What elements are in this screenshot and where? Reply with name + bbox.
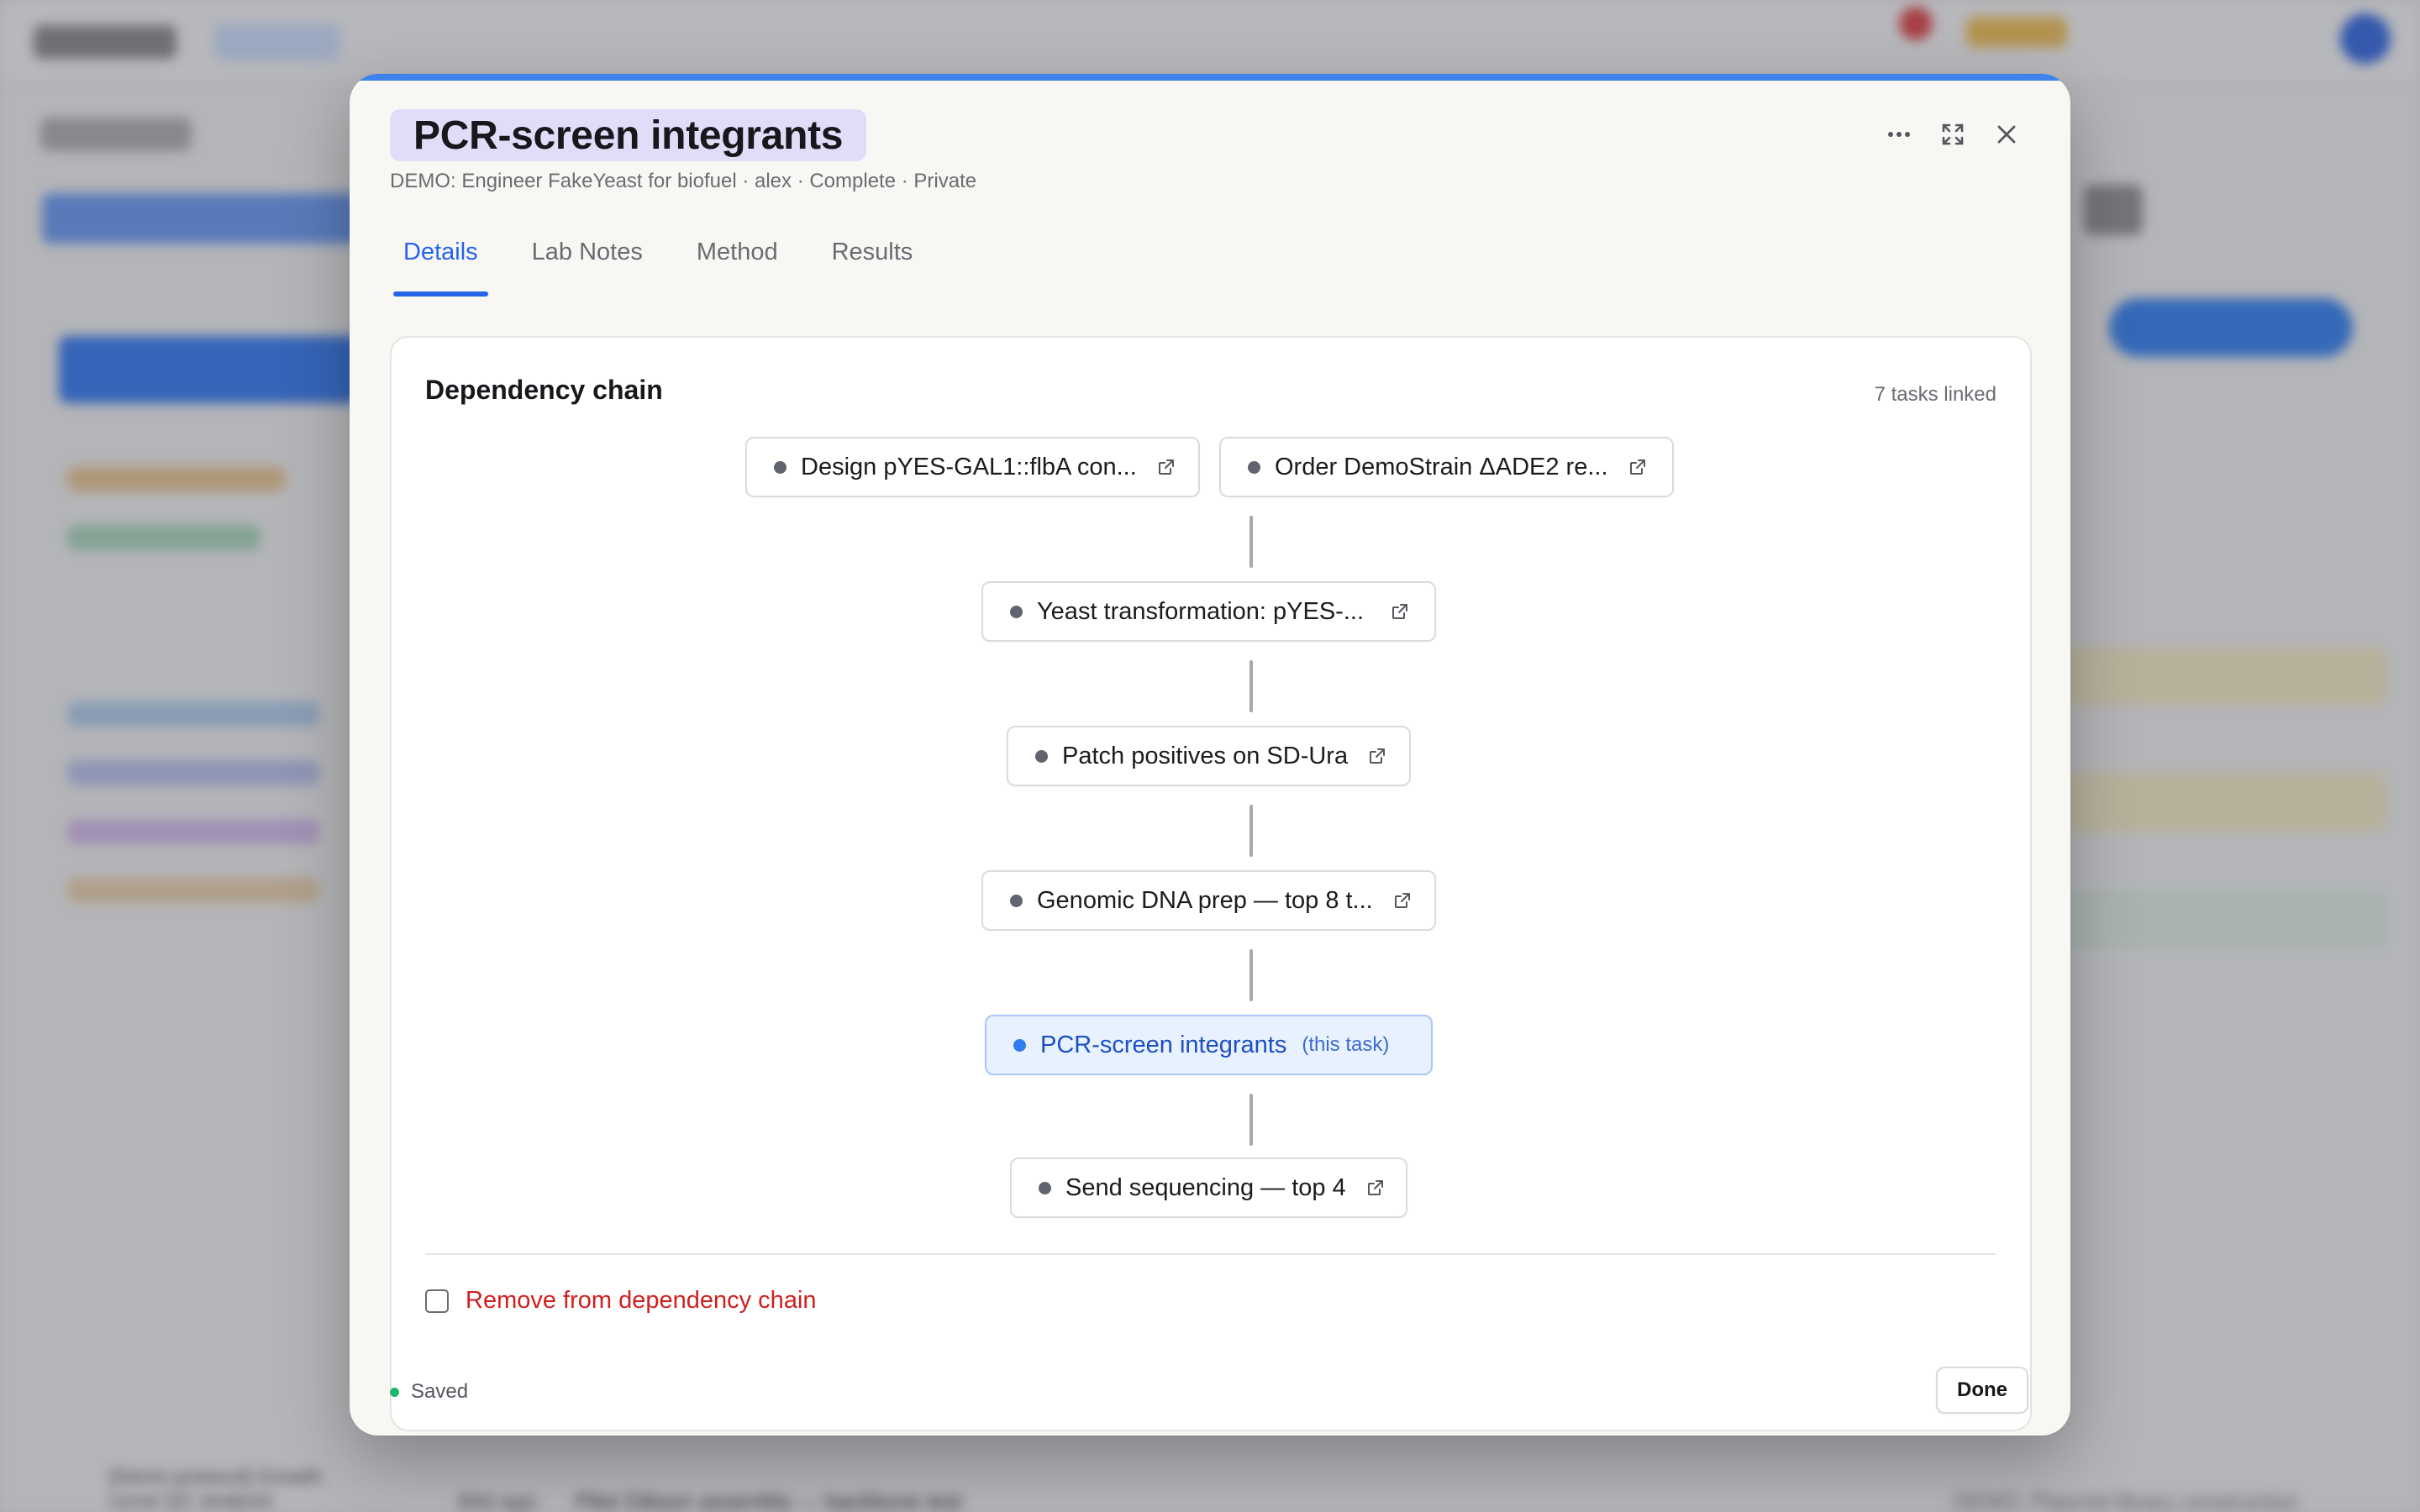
dependency-card: Dependency chain 7 tasks linked Design p… [390, 336, 2032, 1431]
remove-checkbox[interactable] [425, 1289, 449, 1313]
task-title[interactable]: PCR-screen integrants [413, 113, 843, 159]
saved-status-dot [390, 1387, 399, 1397]
remove-label[interactable]: Remove from dependency chain [466, 1287, 817, 1315]
status-dot [774, 460, 786, 474]
chain-connector [1249, 660, 1253, 712]
dependency-node[interactable]: Patch positives on SD-Ura [1007, 726, 1411, 786]
status-dot [1010, 605, 1023, 618]
header-actions [1886, 121, 2020, 148]
node-label: Design pYES-GAL1::flbA con... [801, 453, 1137, 480]
status-dot [1013, 1038, 1026, 1052]
dependency-node[interactable]: Design pYES-GAL1::flbA con... [745, 437, 1200, 497]
dependency-node-current[interactable]: PCR-screen integrants (this task) [985, 1015, 1433, 1075]
chain-connector [1249, 516, 1253, 568]
card-divider [425, 1253, 1996, 1255]
task-title-pill[interactable]: PCR-screen integrants [390, 109, 867, 161]
status-dot [1035, 749, 1048, 763]
status-dot [1248, 460, 1260, 474]
chain-connector [1249, 949, 1253, 1001]
linked-count: 7 tasks linked [1874, 383, 1996, 406]
external-link-icon[interactable] [1368, 747, 1386, 765]
save-status-label: Saved [411, 1380, 469, 1403]
dependency-node[interactable]: Order DemoStrain ΔADE2 re... [1219, 437, 1674, 497]
external-link-icon[interactable] [1391, 602, 1409, 621]
tab-bar: Details Lab Notes Method Results [393, 239, 966, 297]
external-link-icon[interactable] [1366, 1179, 1385, 1197]
chain-connector [1249, 805, 1253, 857]
node-label: Genomic DNA prep — top 8 t... [1037, 886, 1373, 914]
node-label: Patch positives on SD-Ura [1062, 742, 1349, 769]
dependency-node[interactable]: Send sequencing — top 4 [1010, 1158, 1407, 1218]
close-icon[interactable] [1993, 121, 2020, 148]
save-status: Saved [390, 1380, 468, 1404]
dependency-node[interactable]: Genomic DNA prep — top 8 t... [981, 870, 1436, 931]
tab-method[interactable]: Method [697, 239, 778, 297]
modal-accent-bar [350, 74, 2070, 81]
node-label: Yeast transformation: pYES-... [1037, 597, 1365, 625]
tab-details[interactable]: Details [393, 239, 488, 297]
external-link-icon[interactable] [1157, 458, 1176, 476]
tab-results[interactable]: Results [832, 239, 913, 297]
remove-from-chain[interactable]: Remove from dependency chain [425, 1287, 817, 1315]
task-subtitle: DEMO: Engineer FakeYeast for biofuel · a… [390, 170, 977, 192]
external-link-icon[interactable] [1393, 891, 1412, 910]
status-dot [1039, 1181, 1051, 1194]
task-modal: PCR-screen integrants DEMO: Engineer Fak… [350, 74, 2070, 1436]
node-label: PCR-screen integrants [1040, 1031, 1287, 1058]
node-label: Order DemoStrain ΔADE2 re... [1275, 453, 1608, 480]
expand-icon[interactable] [1939, 121, 1966, 148]
dependency-node[interactable]: Yeast transformation: pYES-... [981, 581, 1436, 642]
this-task-tag: (this task) [1302, 1033, 1390, 1056]
status-dot [1010, 894, 1023, 907]
chain-connector [1249, 1094, 1253, 1146]
more-icon[interactable] [1886, 121, 1912, 148]
done-button[interactable]: Done [1936, 1367, 2028, 1414]
tab-lab-notes[interactable]: Lab Notes [532, 239, 643, 297]
dependency-title: Dependency chain [425, 375, 663, 405]
node-label: Send sequencing — top 4 [1065, 1173, 1346, 1201]
external-link-icon[interactable] [1628, 458, 1647, 476]
